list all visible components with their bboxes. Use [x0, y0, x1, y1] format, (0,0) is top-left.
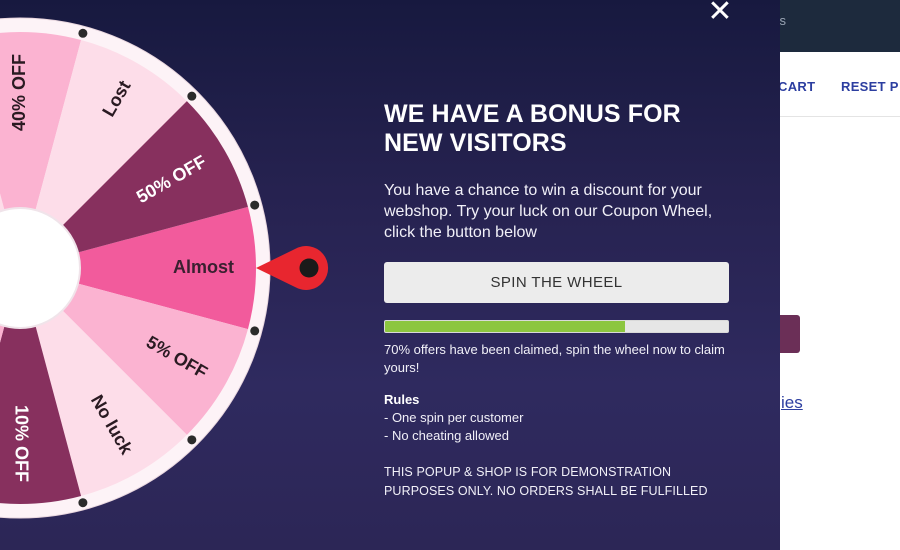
wheel-segment-label: Almost [173, 257, 234, 277]
wheel-peg [250, 200, 260, 210]
wheel-peg [78, 498, 88, 508]
wheel-graphic: Almost5% OFFNo luck10% OFF40% OFF Lost50%… [0, 17, 329, 519]
disclaimer-text: THIS POPUP & SHOP IS FOR DEMONSTRATION P… [384, 465, 708, 498]
wheel-peg [187, 91, 197, 101]
close-icon[interactable]: ✕ [706, 0, 734, 27]
spin-wheel-button[interactable]: SPIN THE WHEEL [384, 262, 729, 303]
wheel-peg [187, 435, 197, 445]
background-button[interactable]: E [780, 315, 800, 353]
wheel-peg [250, 326, 260, 336]
wheel-segment-label: 10% OFF [11, 405, 31, 482]
nav-cart-link[interactable]: CART [778, 79, 815, 94]
coupon-wheel: Almost 5% OFF No luck 10% OFF 40% OFF Lost 50%… [0, 0, 340, 550]
coupon-wheel-popup: ✕ Almost 5% OFF No luck 10% OFF 40% OFF Lost 5… [0, 0, 780, 550]
rules-item: - One spin per customer [384, 410, 524, 425]
wheel-peg [78, 28, 88, 38]
wheel-pointer-dot [299, 258, 319, 278]
claimed-progress-bar [384, 320, 729, 333]
wheel-segment-label: 40% OFF [9, 54, 29, 131]
background-divider [780, 116, 900, 117]
popup-content: WE HAVE A BONUS FOR NEW VISITORS You hav… [384, 100, 734, 501]
background-link[interactable]: ies [781, 393, 803, 413]
popup-title: WE HAVE A BONUS FOR NEW VISITORS [384, 100, 681, 157]
rules-title: Rules [384, 392, 420, 407]
spin-wheel-button-label: SPIN THE WHEEL [490, 274, 623, 291]
rules-item: - No cheating allowed [384, 428, 510, 443]
claimed-progress-fill [385, 321, 626, 332]
progress-text: 70% offers have been claimed, spin the w… [384, 342, 725, 375]
popup-description: You have a chance to win a discount for … [384, 182, 713, 241]
background-header-text: s [779, 13, 787, 28]
nav-reset-link[interactable]: RESET P [841, 79, 899, 94]
